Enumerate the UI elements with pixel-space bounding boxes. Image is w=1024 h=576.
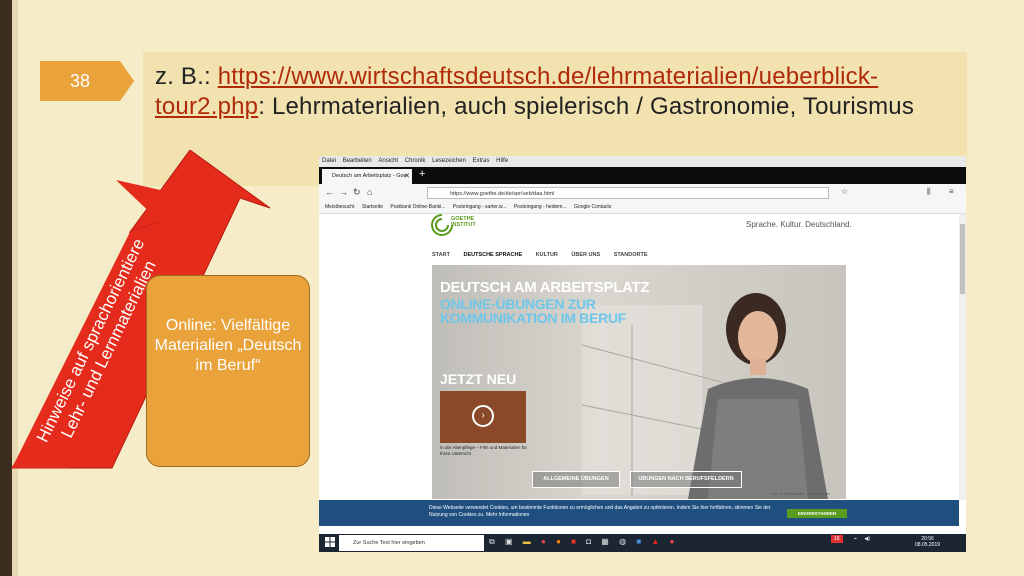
menu-lesezeichen[interactable]: Lesezeichen (432, 158, 466, 164)
back-icon[interactable]: ← (325, 187, 334, 197)
bookmark-item[interactable]: Startseite (362, 204, 383, 210)
bookmarks-bar: Meistbesucht Startseite Postbank Online-… (319, 202, 966, 214)
site-slogan: Sprache. Kultur. Deutschland. (746, 220, 852, 229)
play-icon[interactable]: › (472, 405, 494, 427)
nav-kultur[interactable]: KULTUR (536, 252, 558, 258)
callout-box: Online: Vielfältige Materialien „Deutsch… (146, 275, 310, 467)
library-icon[interactable]: ⫼ (927, 187, 931, 197)
bookmark-item[interactable]: Posteingang - heidem... (514, 204, 567, 210)
nav-start[interactable]: START (432, 252, 450, 258)
cookie-banner: Diese Webseite verwendet Cookies, um bes… (319, 500, 959, 526)
video-thumbnail[interactable]: › (440, 391, 526, 443)
acrobat-icon[interactable]: ▲ (651, 537, 659, 546)
browser-tab[interactable]: Deutsch am Arbeitsplatz - Goe ✕ (322, 169, 412, 184)
taskbar-search-input[interactable]: Zur Suche Text hier eingeben (339, 535, 484, 551)
scroll-thumb[interactable] (960, 224, 965, 294)
woman-photo (688, 293, 828, 499)
slide-title: z. B.: https://www.wirtschaftsdeutsch.de… (155, 62, 960, 122)
tab-bar: Deutsch am Arbeitsplatz - Goe ✕ + (319, 167, 966, 184)
nav-deutsche-sprache[interactable]: DEUTSCHE SPRACHE (463, 252, 522, 258)
explorer-icon[interactable]: ▬ (523, 537, 531, 546)
clock-date: 08.05.2019 (915, 542, 941, 548)
bookmark-item[interactable]: Posteingang - sarter.w... (453, 204, 507, 210)
menu-ansicht[interactable]: Ansicht (378, 158, 398, 164)
callout-text: Online: Vielfältige Materialien „Deutsch… (154, 317, 302, 374)
home-icon[interactable]: ⌂ (367, 187, 372, 197)
word-icon[interactable]: ■ (636, 537, 641, 546)
firefox-icon[interactable]: ● (556, 537, 561, 546)
title-prefix: z. B.: (155, 63, 218, 90)
fields-exercises-button[interactable]: ÜBUNGEN NACH BERUFSFELDERN (630, 471, 742, 488)
web-page: GOETHE INSTITUT Sprache. Kultur. Deutsch… (319, 214, 959, 500)
menu-datei[interactable]: Datei (322, 158, 336, 164)
menu-extras[interactable]: Extras (472, 158, 489, 164)
page-scrollbar[interactable] (959, 214, 966, 500)
hero-new-label: JETZT NEU (440, 371, 517, 387)
search-placeholder: Zur Suche Text hier eingeben (353, 540, 425, 546)
bookmark-item[interactable]: Postbank Online-Banki... (390, 204, 445, 210)
bookmark-item[interactable]: Meistbesucht (325, 204, 354, 210)
goethe-logo-text: GOETHE INSTITUT (451, 216, 476, 228)
nav-ueber-uns[interactable]: ÜBER UNS (571, 252, 600, 258)
accept-cookies-button[interactable]: EINVERSTANDEN (787, 509, 847, 518)
logo-line2: INSTITUT (451, 222, 476, 228)
store-icon[interactable]: ▣ (505, 537, 513, 546)
app-icon[interactable]: ■ (571, 537, 576, 546)
hero-subtitle: ONLINE-ÜBUNGEN ZUR KOMMUNIKATION IM BERU… (440, 296, 627, 326)
forward-icon[interactable]: → (339, 187, 348, 197)
app-icon[interactable]: ◘ (586, 537, 591, 546)
thumbnail-caption[interactable]: In der Altenpflege – Film und Materialie… (440, 445, 530, 457)
photo-credit: Foto: © Westend61 – Fotolia.com (770, 491, 830, 496)
system-tray: 16 ⌁ ◀) (831, 535, 870, 543)
task-view-icon[interactable]: ⧉ (489, 537, 495, 546)
app-icon[interactable]: ▦ (601, 537, 609, 546)
taskbar-apps: ⧉ ▣ ▬ ● ● ■ ◘ ▦ ◍ ■ ▲ ● (489, 537, 682, 547)
menu-chronik[interactable]: Chronik (405, 158, 426, 164)
slide-number-tag: 38 (40, 61, 134, 101)
nav-bar: ← → ↻ ⌂ https://www.goethe.de/de/spr/ueb… (319, 184, 966, 203)
close-icon[interactable]: ✕ (404, 169, 410, 184)
goethe-logo-icon[interactable] (431, 214, 453, 236)
slide-number: 38 (69, 71, 91, 91)
network-icon[interactable]: ⌁ (854, 536, 857, 542)
new-tab-icon[interactable]: + (419, 168, 425, 180)
hero-title: DEUTSCH AM ARBEITSPLATZ (440, 279, 650, 296)
menu-bar: Datei Bearbeiten Ansicht Chronik Lesezei… (319, 156, 966, 167)
menu-hilfe[interactable]: Hilfe (496, 158, 508, 164)
taskbar: Zur Suche Text hier eingeben ⧉ ▣ ▬ ● ● ■… (319, 534, 966, 552)
windows-start-icon[interactable] (325, 537, 335, 547)
menu-bearbeiten[interactable]: Bearbeiten (343, 158, 372, 164)
menu-icon[interactable]: ≡ (949, 187, 954, 196)
hero-banner: DEUTSCH AM ARBEITSPLATZ ONLINE-ÜBUNGEN Z… (432, 265, 846, 499)
volume-icon[interactable]: ◀) (864, 536, 870, 542)
site-nav: START DEUTSCHE SPRACHE KULTUR ÜBER UNS S… (432, 252, 660, 258)
tray-badge[interactable]: 16 (831, 535, 843, 543)
nav-standorte[interactable]: STANDORTE (614, 252, 648, 258)
title-suffix: : Lehrmaterialien, auch spielerisch / Ga… (258, 93, 915, 120)
general-exercises-button[interactable]: ALLGEMEINE ÜBUNGEN (532, 471, 620, 488)
bookmark-item[interactable]: Google Contacts (574, 204, 611, 210)
bookmark-star-icon[interactable]: ☆ (841, 187, 848, 196)
reload-icon[interactable]: ↻ (353, 187, 361, 198)
url-text: https://www.goethe.de/de/spr/ueb/daa.htm… (450, 191, 555, 197)
cookie-text: Diese Webseite verwendet Cookies, um bes… (429, 505, 771, 518)
app-icon[interactable]: ◍ (619, 537, 626, 546)
chrome-icon[interactable]: ● (541, 537, 546, 546)
tab-title: Deutsch am Arbeitsplatz - Goe (332, 173, 407, 179)
url-field[interactable]: https://www.goethe.de/de/spr/ueb/daa.htm… (427, 187, 829, 199)
taskbar-clock[interactable]: 20:56 08.05.2019 (915, 536, 940, 548)
app-icon[interactable]: ● (670, 537, 675, 546)
browser-screenshot: Datei Bearbeiten Ansicht Chronik Lesezei… (319, 156, 966, 552)
